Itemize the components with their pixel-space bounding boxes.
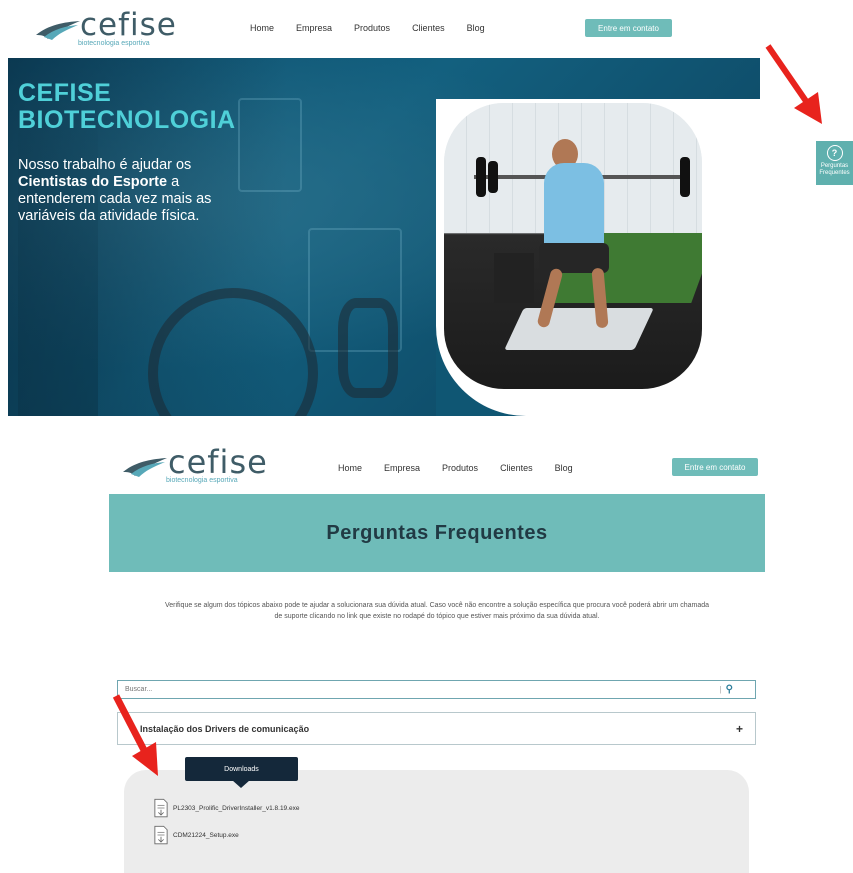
red-arrow-icon bbox=[112, 694, 158, 776]
search-icon[interactable]: ⚲ bbox=[726, 684, 733, 695]
accordion-drivers[interactable]: Instalação dos Drivers de comunicação + bbox=[117, 712, 756, 745]
search-divider: | bbox=[719, 685, 722, 694]
logo-swoosh-icon bbox=[36, 21, 80, 40]
download-file[interactable]: CDM21224_Setup.exe bbox=[154, 825, 239, 845]
file-name: PL2303_Prolific_DriverInstaller_v1.8.19.… bbox=[173, 804, 300, 812]
logo-tagline: biotecnologia esportiva bbox=[166, 477, 238, 484]
nav-item-blog[interactable]: Blog bbox=[467, 23, 485, 33]
athlete-silhouette bbox=[18, 98, 98, 416]
faq-button[interactable]: ? Perguntas Frequentes bbox=[816, 141, 853, 185]
contact-button[interactable]: Entre em contato bbox=[585, 19, 672, 37]
red-arrow-icon bbox=[765, 44, 822, 124]
logo-swoosh-icon bbox=[123, 458, 167, 477]
logo-tagline: biotecnologia esportiva bbox=[78, 40, 150, 47]
file-download-icon bbox=[154, 825, 168, 845]
logo-wordmark: cefise bbox=[168, 443, 268, 481]
nav-item-home[interactable]: Home bbox=[338, 463, 362, 473]
nav-item-produtos[interactable]: Produtos bbox=[442, 463, 478, 473]
page-title: Perguntas Frequentes bbox=[326, 521, 548, 544]
athlete-photo bbox=[444, 103, 702, 389]
contact-button[interactable]: Entre em contato bbox=[672, 458, 758, 476]
nav-item-blog[interactable]: Blog bbox=[555, 463, 573, 473]
hero-title-line1: CEFISE bbox=[18, 79, 112, 107]
logo-wordmark: cefise bbox=[80, 7, 177, 43]
nav-item-empresa[interactable]: Empresa bbox=[296, 23, 332, 33]
faq-banner: Perguntas Frequentes bbox=[109, 494, 765, 572]
nav-item-produtos[interactable]: Produtos bbox=[354, 23, 390, 33]
tooltip-tail bbox=[232, 780, 250, 788]
file-download-icon bbox=[154, 798, 168, 818]
faq-intro: Verifique se algum dos tópicos abaixo po… bbox=[164, 602, 709, 620]
hero-highlight: Cientistas do Esporte bbox=[18, 174, 168, 190]
main-nav: Home Empresa Produtos Clientes Blog bbox=[250, 23, 485, 33]
hero-title-line2: BIOTECNOLOGIA bbox=[18, 106, 236, 134]
force-plate bbox=[504, 308, 654, 350]
nav-item-clientes[interactable]: Clientes bbox=[500, 463, 533, 473]
faq-nav: Home Empresa Produtos Clientes Blog bbox=[338, 463, 573, 473]
search-bar: | ⚲ bbox=[117, 680, 756, 699]
logo[interactable]: cefise biotecnologia esportiva bbox=[34, 10, 177, 47]
hero-description: Nosso trabalho é ajudar os Cientistas do… bbox=[18, 157, 212, 224]
expand-icon[interactable]: + bbox=[736, 722, 743, 736]
faq-logo[interactable]: cefise biotecnologia esportiva bbox=[120, 446, 268, 484]
question-chat-icon: ? bbox=[826, 145, 843, 161]
file-name: CDM21224_Setup.exe bbox=[173, 831, 239, 839]
nav-item-empresa[interactable]: Empresa bbox=[384, 463, 420, 473]
downloads-panel: PL2303_Prolific_DriverInstaller_v1.8.19.… bbox=[124, 770, 749, 873]
download-file[interactable]: PL2303_Prolific_DriverInstaller_v1.8.19.… bbox=[154, 798, 299, 818]
hero-title: CEFISE BIOTECNOLOGIA bbox=[18, 80, 236, 134]
downloads-tooltip: Downloads bbox=[185, 757, 298, 781]
search-input[interactable] bbox=[118, 685, 720, 694]
nav-item-clientes[interactable]: Clientes bbox=[412, 23, 445, 33]
nav-item-home[interactable]: Home bbox=[250, 23, 274, 33]
